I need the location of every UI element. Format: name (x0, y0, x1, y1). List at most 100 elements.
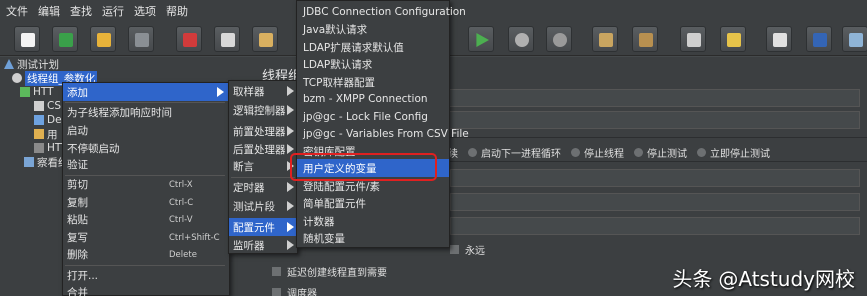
menu-item-paste[interactable]: 粘贴 (63, 210, 88, 228)
submenu-pre-processor[interactable]: 前置处理器 (229, 122, 286, 140)
cut-label: 剪切 (67, 178, 88, 191)
config-tcp-sampler[interactable]: TCP取样器配置 (297, 73, 375, 91)
copy-shortcut: Ctrl-C (169, 198, 194, 208)
duplicate-shortcut: Ctrl+Shift-C (169, 233, 220, 243)
help-icon[interactable] (806, 26, 832, 52)
submenu-logic-controller[interactable]: 逻辑控制器 (229, 101, 286, 119)
chart-icon (24, 157, 34, 167)
new-icon[interactable] (14, 26, 40, 52)
radio-next-loop-label: 启动下一进程循环 (481, 149, 561, 160)
menu-item-start[interactable]: 启动 (63, 121, 88, 139)
sampler-label: 取样器 (233, 85, 265, 98)
gear-icon (12, 73, 22, 83)
submenu-assertion[interactable]: 断言 (229, 157, 254, 175)
menu-search[interactable]: 查找 (70, 3, 92, 19)
remote-icon[interactable] (842, 26, 867, 52)
logic-controller-arrow-icon (287, 105, 294, 115)
forever-checkbox[interactable]: 永远 (450, 242, 485, 257)
delay-thread-checkbox[interactable]: 延迟创建线程直到需要 (272, 264, 387, 279)
scheduler-checkbox-box[interactable] (272, 288, 281, 296)
scheduler-checkbox[interactable]: 调度器 (272, 285, 317, 296)
name-field[interactable] (380, 89, 860, 107)
copy-label: 复制 (67, 196, 88, 209)
paste-label: 粘贴 (67, 213, 88, 226)
menu-item-cut[interactable]: 剪切 (63, 175, 88, 193)
stop-icon[interactable] (508, 26, 534, 52)
menu-item-copy[interactable]: 复制 (63, 193, 88, 211)
radio-stop-thread[interactable] (571, 148, 580, 157)
menu-item-merge[interactable]: 合并 (63, 283, 88, 296)
config-xmpp[interactable]: bzm - XMPP Connection (297, 90, 428, 108)
menu-help[interactable]: 帮助 (166, 3, 188, 19)
menu-file[interactable]: 文件 (6, 3, 28, 19)
config-random-variable[interactable]: 随机变量 (297, 229, 345, 247)
jdbc-label: JDBC Connection Configuration (303, 6, 466, 18)
forever-checkbox-box[interactable] (450, 245, 459, 254)
config-lock-file[interactable]: jp@gc - Lock File Config (297, 108, 428, 126)
submenu-post-processor[interactable]: 后置处理器 (229, 140, 286, 158)
test-plan-icon (4, 59, 14, 69)
menu-edit[interactable]: 编辑 (38, 3, 60, 19)
start-icon[interactable] (468, 26, 494, 52)
scheduler-label: 调度器 (287, 289, 317, 296)
listener-label: 监听器 (233, 239, 265, 252)
config-element-label: 配置元件 (233, 221, 275, 234)
submenu-timer[interactable]: 定时器 (229, 178, 265, 196)
watermark-account: @Atstudy网校 (718, 267, 855, 291)
tree-node-de[interactable]: De (34, 113, 62, 127)
start-no-pause-label: 不停顿启动 (67, 142, 120, 155)
radio-stop-test[interactable] (634, 148, 643, 157)
submenu-test-fragment[interactable]: 测试片段 (229, 197, 275, 215)
duplicate-label: 复写 (67, 231, 88, 244)
menu-item-delete[interactable]: 删除 (63, 245, 88, 263)
loop-count-field[interactable] (450, 217, 860, 235)
config-ldap-ext-default[interactable]: LDAP扩展请求默认值 (297, 38, 404, 56)
clear-icon[interactable] (592, 26, 618, 52)
config-ldap-default[interactable]: LDAP默认请求 (297, 55, 372, 73)
menu-item-add-response-time[interactable]: 为子线程添加响应时间 (63, 103, 172, 121)
shutdown-icon[interactable] (546, 26, 572, 52)
menu-item-add[interactable]: 添加 (63, 83, 229, 101)
copy-icon[interactable] (214, 26, 240, 52)
tree-node-yong[interactable]: 用 (34, 127, 58, 141)
config-java-default[interactable]: Java默认请求 (297, 20, 367, 38)
templates-icon[interactable] (52, 26, 78, 52)
clear-all-icon[interactable] (632, 26, 658, 52)
counter-label: 计数器 (303, 215, 335, 228)
tree-node-cs[interactable]: CS (34, 99, 61, 113)
add-response-time-label: 为子线程添加响应时间 (67, 106, 172, 119)
menu-run[interactable]: 运行 (102, 3, 124, 19)
radio-stop-thread-label: 停止线程 (584, 149, 624, 160)
paste-shortcut: Ctrl-V (169, 215, 193, 225)
menu-item-open[interactable]: 打开... (63, 266, 98, 284)
search-icon[interactable] (680, 26, 706, 52)
config-simple[interactable]: 简单配置元件 (297, 194, 366, 212)
radio-next-loop[interactable] (468, 148, 477, 157)
radio-stop-test-now[interactable] (697, 148, 706, 157)
pre-processor-arrow-icon (287, 126, 294, 136)
test-fragment-arrow-icon (287, 201, 294, 211)
ramp-up-field[interactable] (450, 193, 860, 211)
reset-search-icon[interactable] (720, 26, 746, 52)
threads-field[interactable] (450, 169, 860, 187)
cut-icon[interactable] (176, 26, 202, 52)
tree-node-http-request[interactable]: HTT (20, 85, 54, 99)
menu-item-validate[interactable]: 验证 (63, 155, 88, 173)
ldap-default-label: LDAP默认请求 (303, 58, 373, 71)
java-default-label: Java默认请求 (303, 23, 368, 36)
config-counter[interactable]: 计数器 (297, 212, 335, 230)
sampler-arrow-icon (287, 86, 294, 96)
open-icon[interactable] (90, 26, 116, 52)
save-icon[interactable] (128, 26, 154, 52)
tree-node-test-plan[interactable]: 测试计划 (4, 57, 59, 71)
submenu-listener[interactable]: 监听器 (229, 236, 265, 254)
annotation-highlight-box (290, 153, 437, 181)
paste-icon[interactable] (252, 26, 278, 52)
config-csv-vars[interactable]: jp@gc - Variables From CSV File (297, 125, 469, 143)
config-jdbc[interactable]: JDBC Connection Configuration (297, 3, 466, 21)
submenu-sampler[interactable]: 取样器 (229, 82, 265, 100)
menu-options[interactable]: 选项 (134, 3, 156, 19)
function-helper-icon[interactable] (766, 26, 792, 52)
menu-item-duplicate[interactable]: 复写 (63, 228, 88, 246)
delay-thread-checkbox-box[interactable] (272, 267, 281, 276)
